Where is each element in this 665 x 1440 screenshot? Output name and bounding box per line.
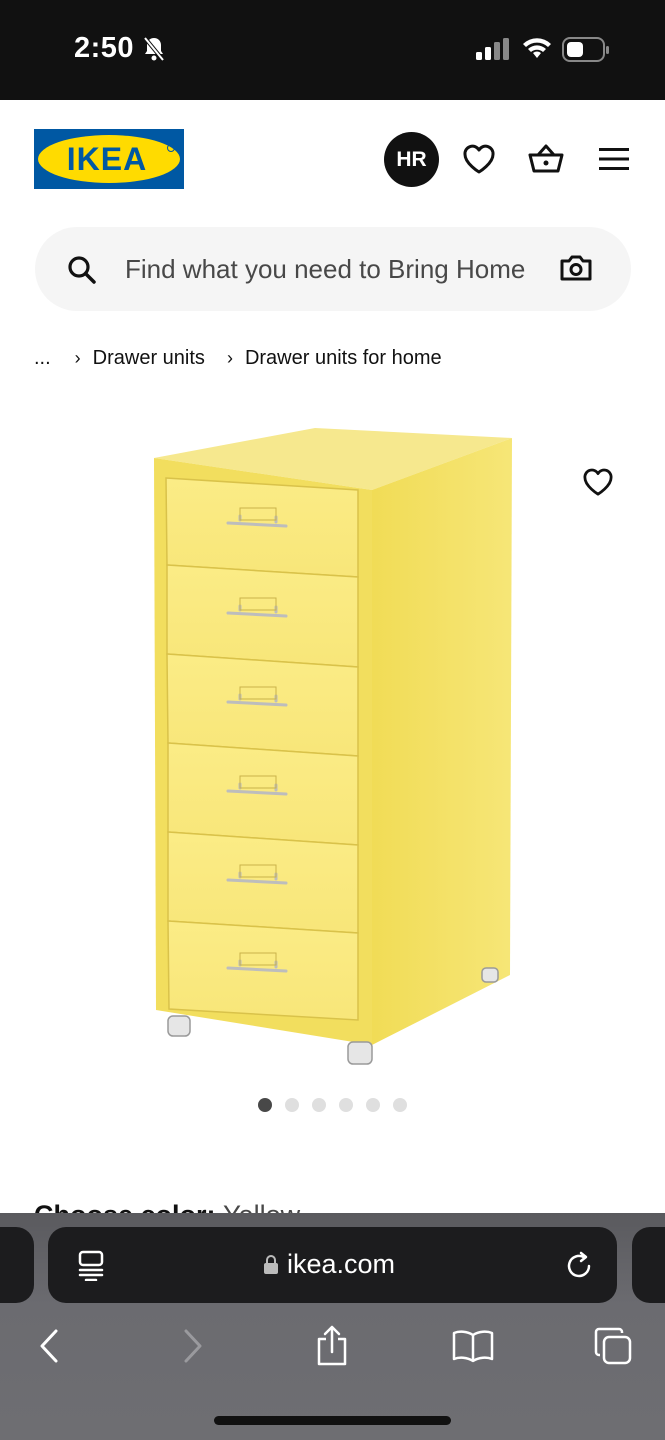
ikea-logo[interactable]: IKEA: [34, 129, 184, 189]
url-display[interactable]: ikea.com: [263, 1249, 395, 1280]
carousel-dot[interactable]: [366, 1098, 380, 1112]
book-icon: [452, 1330, 494, 1363]
carousel-dot[interactable]: [339, 1098, 353, 1112]
breadcrumb-drawer-units-for-home[interactable]: Drawer units for home: [245, 347, 442, 370]
search-input[interactable]: [125, 249, 539, 289]
forward-button[interactable]: [170, 1323, 216, 1369]
reload-icon[interactable]: [564, 1249, 594, 1286]
share-button[interactable]: [309, 1323, 355, 1369]
menu-button[interactable]: [596, 142, 632, 176]
breadcrumb: ... › Drawer units › Drawer units for ho…: [34, 344, 442, 372]
breadcrumb-ellipsis[interactable]: ...: [34, 347, 51, 370]
home-indicator: [214, 1416, 451, 1425]
chevron-right-icon: ›: [226, 347, 233, 368]
url-text: ikea.com: [287, 1249, 396, 1279]
cart-button[interactable]: [526, 140, 566, 178]
chevron-right-icon: [184, 1329, 202, 1363]
search-bar[interactable]: [35, 227, 631, 311]
battery-icon: [562, 37, 610, 68]
add-to-favorites-button[interactable]: [578, 462, 618, 502]
breadcrumb-drawer-units[interactable]: Drawer units: [93, 347, 205, 370]
previous-tab[interactable]: [0, 1227, 34, 1303]
search-icon[interactable]: [67, 255, 97, 290]
wifi-icon: [522, 36, 552, 65]
signal-icon: [476, 38, 510, 65]
carousel-dot[interactable]: [258, 1098, 272, 1112]
camera-icon[interactable]: [559, 254, 593, 287]
tabs-icon: [594, 1327, 632, 1365]
tabs-button[interactable]: [590, 1323, 636, 1369]
carousel-dot[interactable]: [285, 1098, 299, 1112]
avatar[interactable]: HR: [384, 132, 439, 187]
image-carousel-dots: [258, 1098, 407, 1112]
next-tab[interactable]: [632, 1227, 665, 1303]
carousel-dot[interactable]: [312, 1098, 326, 1112]
bookmarks-button[interactable]: [450, 1323, 496, 1369]
chevron-left-icon: [40, 1329, 58, 1363]
product-image[interactable]: [140, 420, 530, 1070]
bell-slash-icon: [142, 36, 166, 67]
svg-text:IKEA: IKEA: [67, 141, 147, 177]
chevron-right-icon: ›: [74, 347, 81, 368]
hamburger-icon: [599, 148, 629, 170]
heart-icon: [463, 144, 495, 174]
page-menu-icon[interactable]: [76, 1249, 106, 1286]
carousel-dot[interactable]: [393, 1098, 407, 1112]
back-button[interactable]: [26, 1323, 72, 1369]
favorites-button[interactable]: [460, 140, 498, 178]
heart-icon: [583, 468, 613, 496]
lock-icon: [264, 1254, 278, 1274]
browser-toolbar: ikea.com: [0, 1213, 665, 1440]
address-bar[interactable]: ikea.com: [48, 1227, 617, 1303]
status-time: 2:50: [74, 32, 135, 64]
share-icon: [317, 1325, 347, 1366]
shopping-basket-icon: [528, 144, 564, 173]
status-bar: 2:50: [0, 0, 665, 100]
